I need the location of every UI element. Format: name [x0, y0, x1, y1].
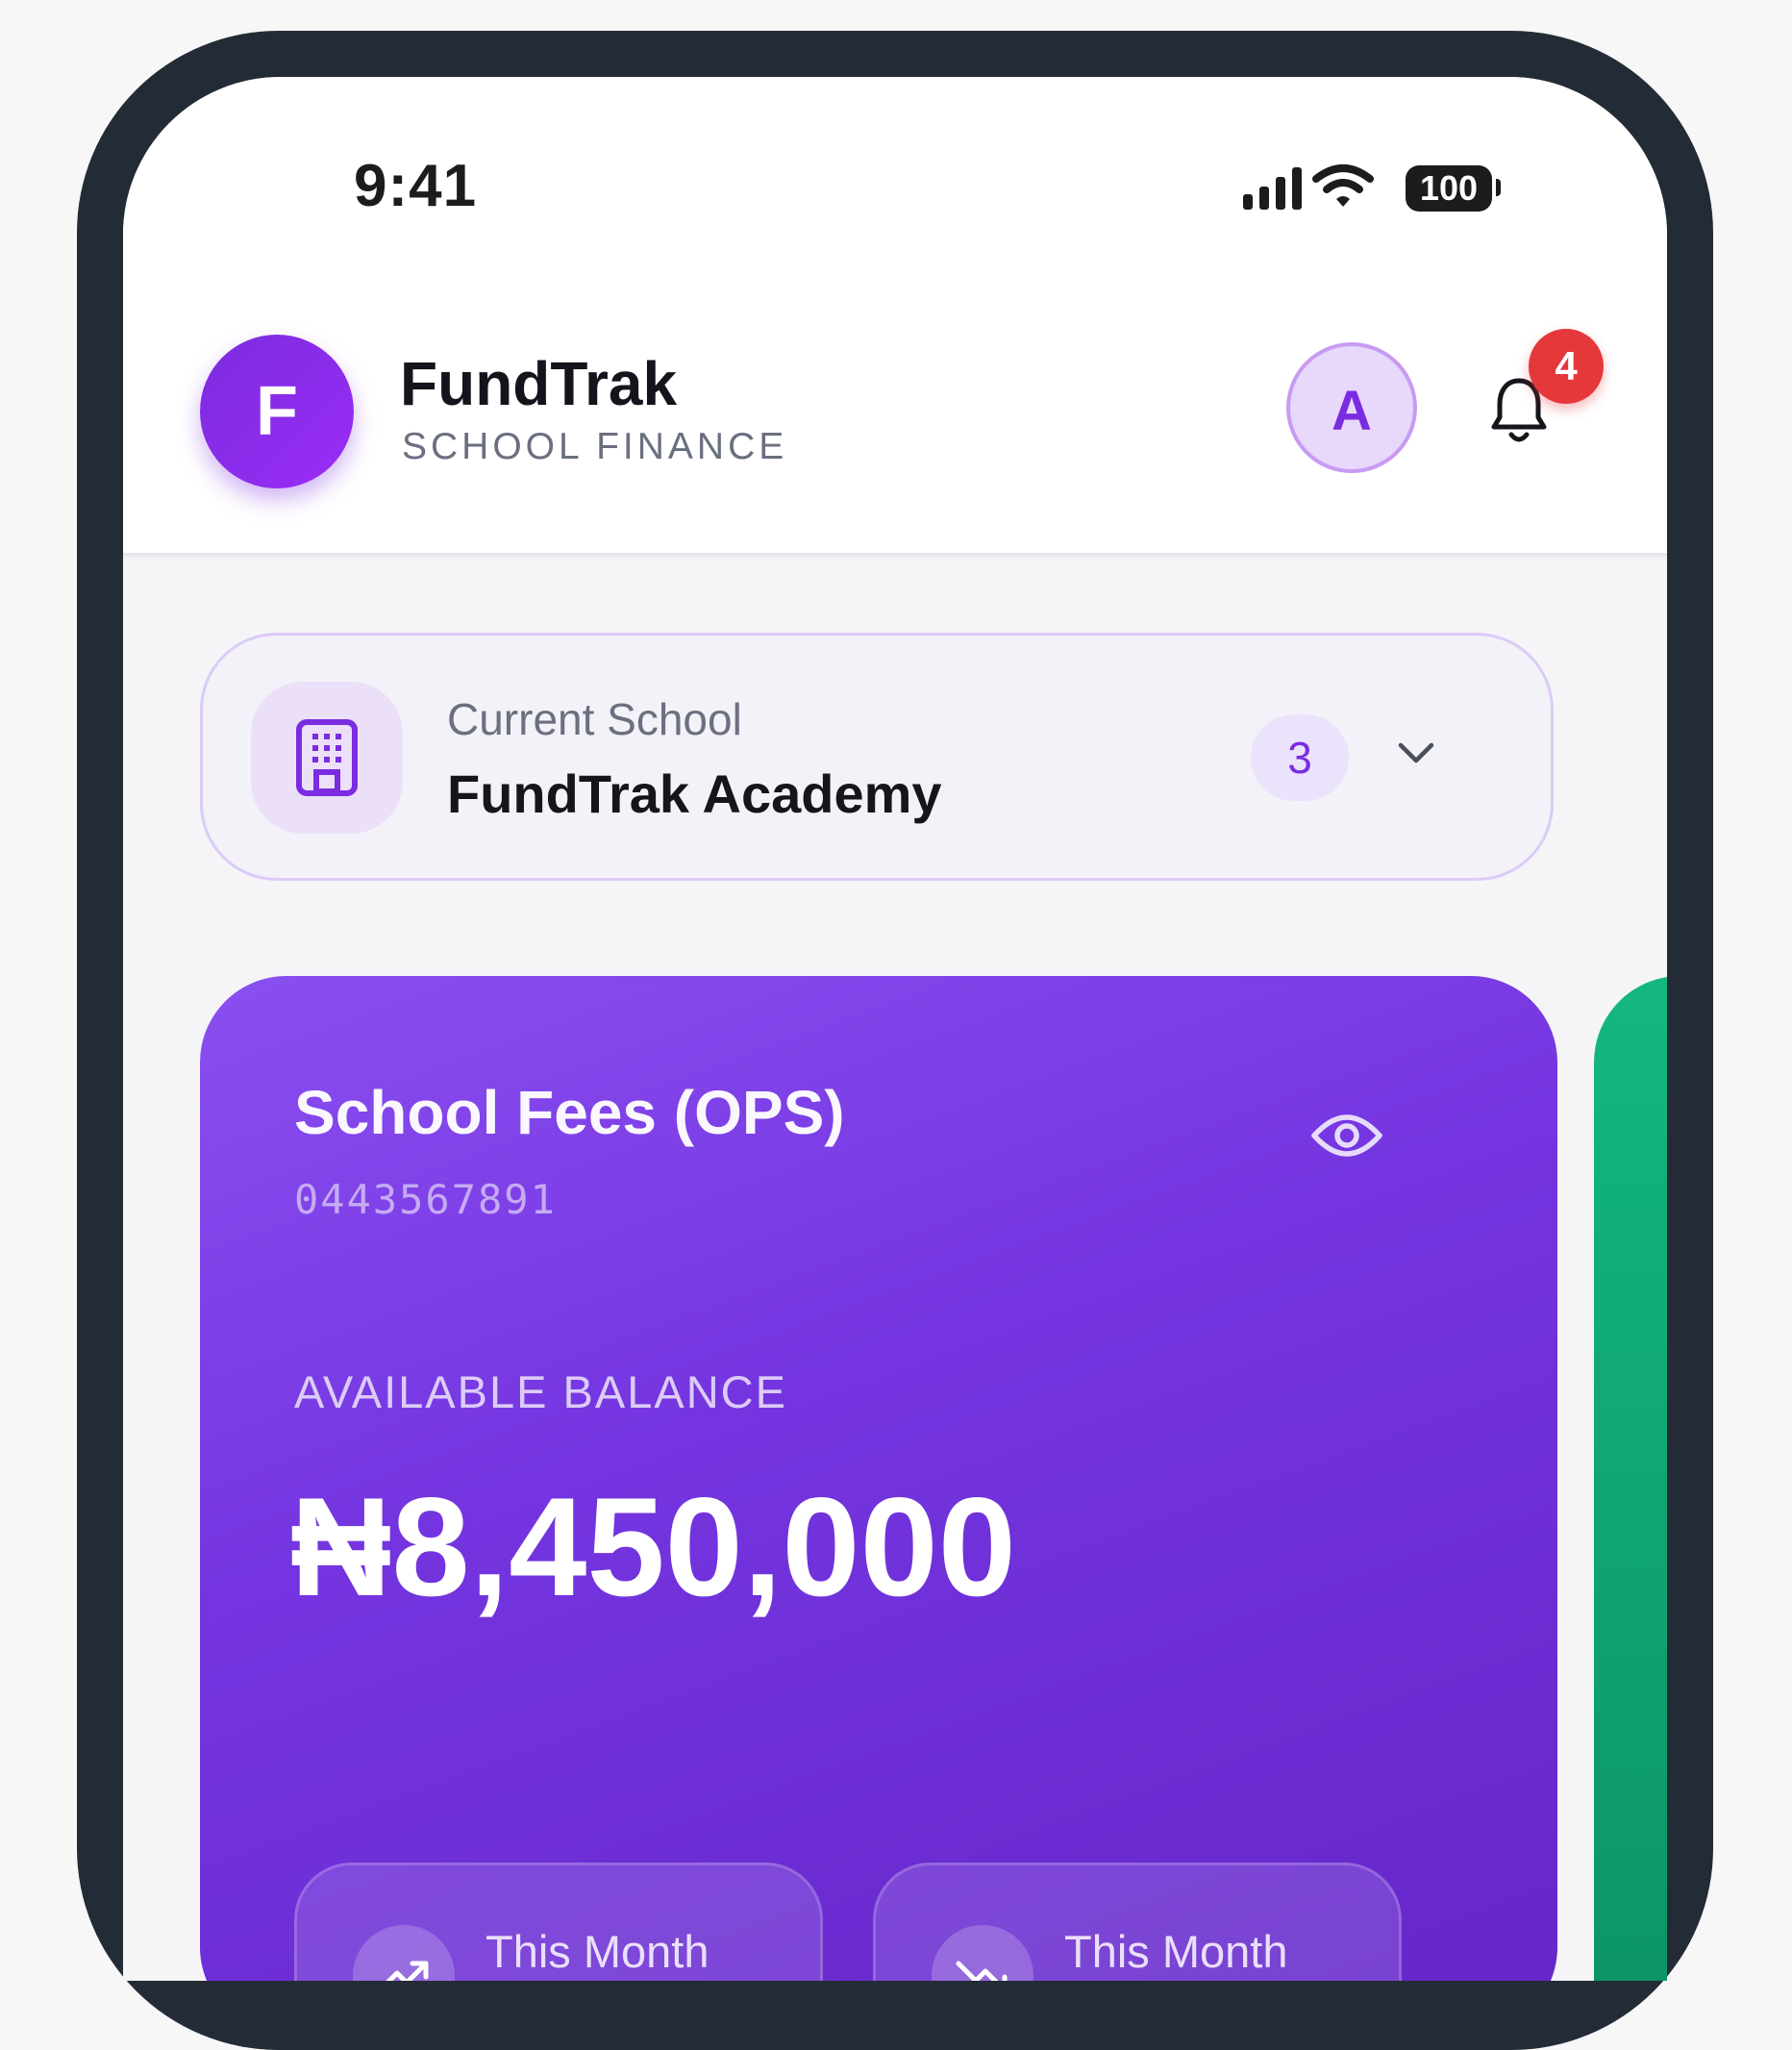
trending-up-icon — [386, 1961, 429, 1981]
next-account-card[interactable] — [1594, 976, 1667, 1981]
school-count-badge: 3 — [1251, 714, 1349, 801]
trending-down-icon — [956, 1961, 1008, 1981]
income-stat[interactable]: This Month — [294, 1862, 823, 1981]
app-logo: F — [200, 335, 354, 488]
balance-value: ₦8,450,000 — [290, 1468, 1016, 1625]
account-card[interactable]: School Fees (OPS) 0443567891 AVAILABLE B… — [200, 976, 1557, 1981]
battery-tip — [1496, 179, 1501, 196]
stat-icon-container — [932, 1925, 1033, 1981]
app-header — [123, 77, 1667, 556]
cellular-signal-icon — [1243, 167, 1302, 210]
account-number: 0443567891 — [294, 1176, 557, 1223]
app-name: FundTrak — [400, 349, 678, 418]
school-label: Current School — [447, 694, 742, 744]
building-icon — [296, 719, 358, 796]
eye-icon[interactable] — [1310, 1109, 1383, 1162]
status-time: 9:41 — [354, 153, 478, 219]
app-subtitle: SCHOOL FINANCE — [402, 426, 788, 467]
wifi-icon — [1312, 164, 1374, 207]
notification-badge: 4 — [1529, 329, 1604, 404]
school-selector[interactable]: Current School FundTrak Academy 3 — [200, 633, 1554, 881]
expense-stat[interactable]: This Month — [873, 1862, 1402, 1981]
account-title: School Fees (OPS) — [294, 1078, 845, 1147]
school-icon-container — [251, 682, 403, 834]
app-screen: 9:41 100 F FundTrak SCHOOL FINANCE A 4 C… — [123, 77, 1667, 1981]
stat-label: This Month — [485, 1926, 709, 1977]
chevron-down-icon[interactable] — [1397, 739, 1435, 766]
stat-label: This Month — [1064, 1926, 1288, 1977]
battery-icon: 100 — [1406, 165, 1492, 212]
school-name: FundTrak Academy — [447, 763, 942, 824]
stat-icon-container — [353, 1925, 455, 1981]
user-avatar[interactable]: A — [1286, 342, 1417, 473]
balance-label: AVAILABLE BALANCE — [294, 1366, 787, 1417]
